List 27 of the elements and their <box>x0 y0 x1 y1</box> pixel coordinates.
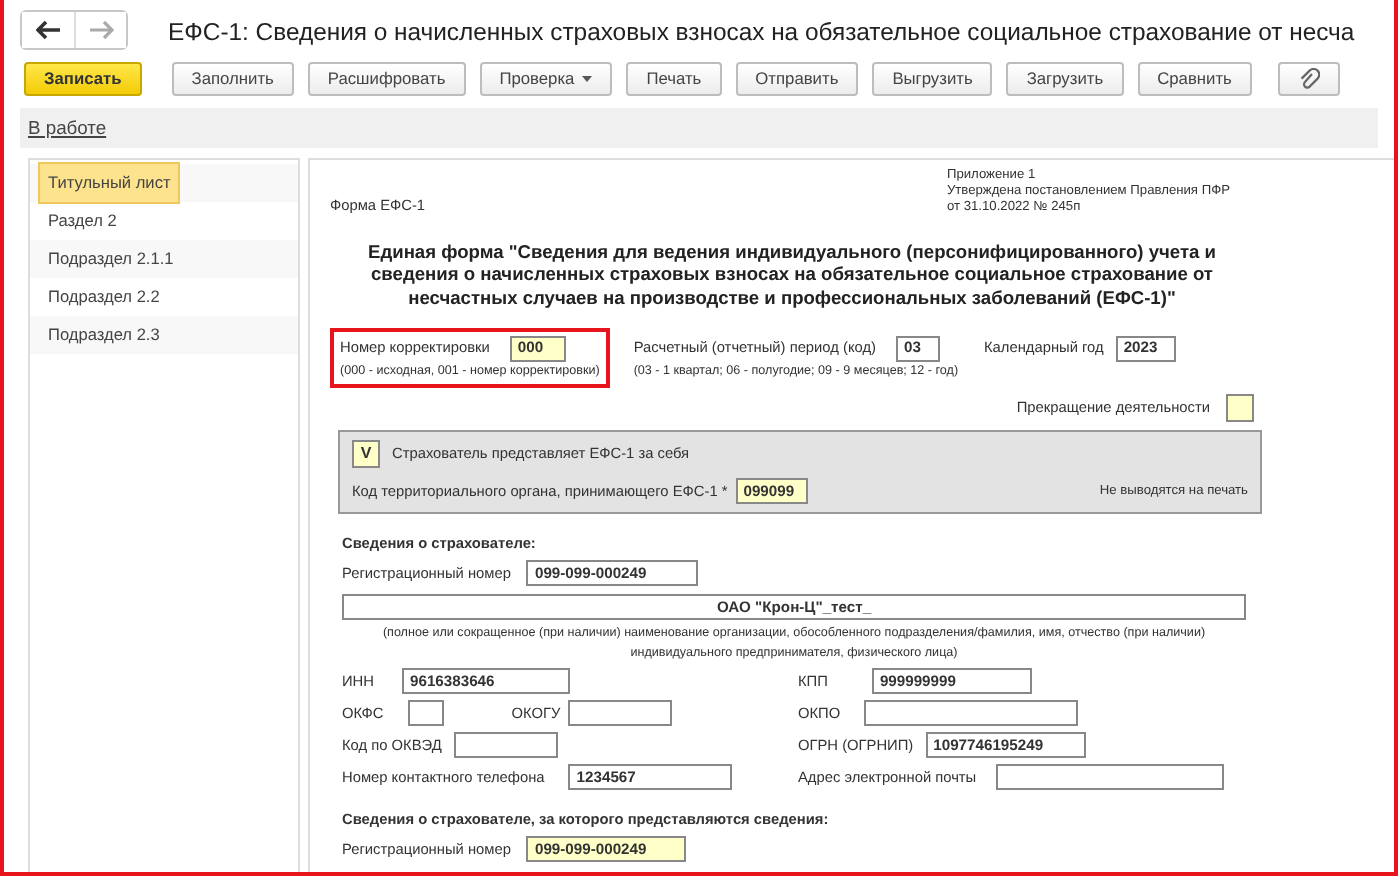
toolbar-button[interactable]: Отправить <box>735 62 859 96</box>
attach-button[interactable] <box>1277 62 1340 96</box>
input-field[interactable] <box>996 763 1225 790</box>
input-field[interactable] <box>453 731 558 758</box>
toolbar-button[interactable]: Расшифровать <box>307 62 466 96</box>
dropdown-button[interactable]: Проверка <box>479 62 613 96</box>
window-title: ЕФС-1: Сведения о начисленных страховых взносах на обязательное социальное страхование от несча <box>168 16 1355 50</box>
form-heading: Единая форма "Сведения для ведения индивидуального (персонифицированного) учета и сведения о начисленных страховых взносах на обязательное социальное страхование от несчастных случаев на производстве и профессиональных заболеваний (ЕФС-1)" <box>366 241 1218 312</box>
toolbar-button[interactable]: Выгрузить <box>872 62 993 96</box>
checkbox[interactable]: V <box>352 439 380 468</box>
section-item[interactable]: Титульный лист <box>38 162 181 204</box>
input-field[interactable] <box>407 699 444 726</box>
status-link[interactable]: В работе <box>28 113 107 143</box>
toolbar-button[interactable]: Заполнить <box>171 62 294 96</box>
toolbar-button[interactable]: Печать <box>626 62 722 96</box>
save-button[interactable]: Записать <box>24 62 142 96</box>
toolbar-button[interactable]: Сравнить <box>1137 62 1252 96</box>
arrow-left-icon <box>35 20 61 40</box>
paperclip-icon <box>1297 68 1320 90</box>
input-field[interactable] <box>568 699 673 726</box>
caret-icon <box>582 76 593 82</box>
section-item[interactable]: Раздел 2 <box>38 200 127 242</box>
checkbox[interactable] <box>1226 393 1254 422</box>
arrow-right-icon <box>89 20 113 40</box>
section-item[interactable]: Подраздел 2.2 <box>38 276 170 318</box>
input-field[interactable] <box>864 699 1079 726</box>
toolbar-button[interactable]: Загрузить <box>1006 62 1124 96</box>
